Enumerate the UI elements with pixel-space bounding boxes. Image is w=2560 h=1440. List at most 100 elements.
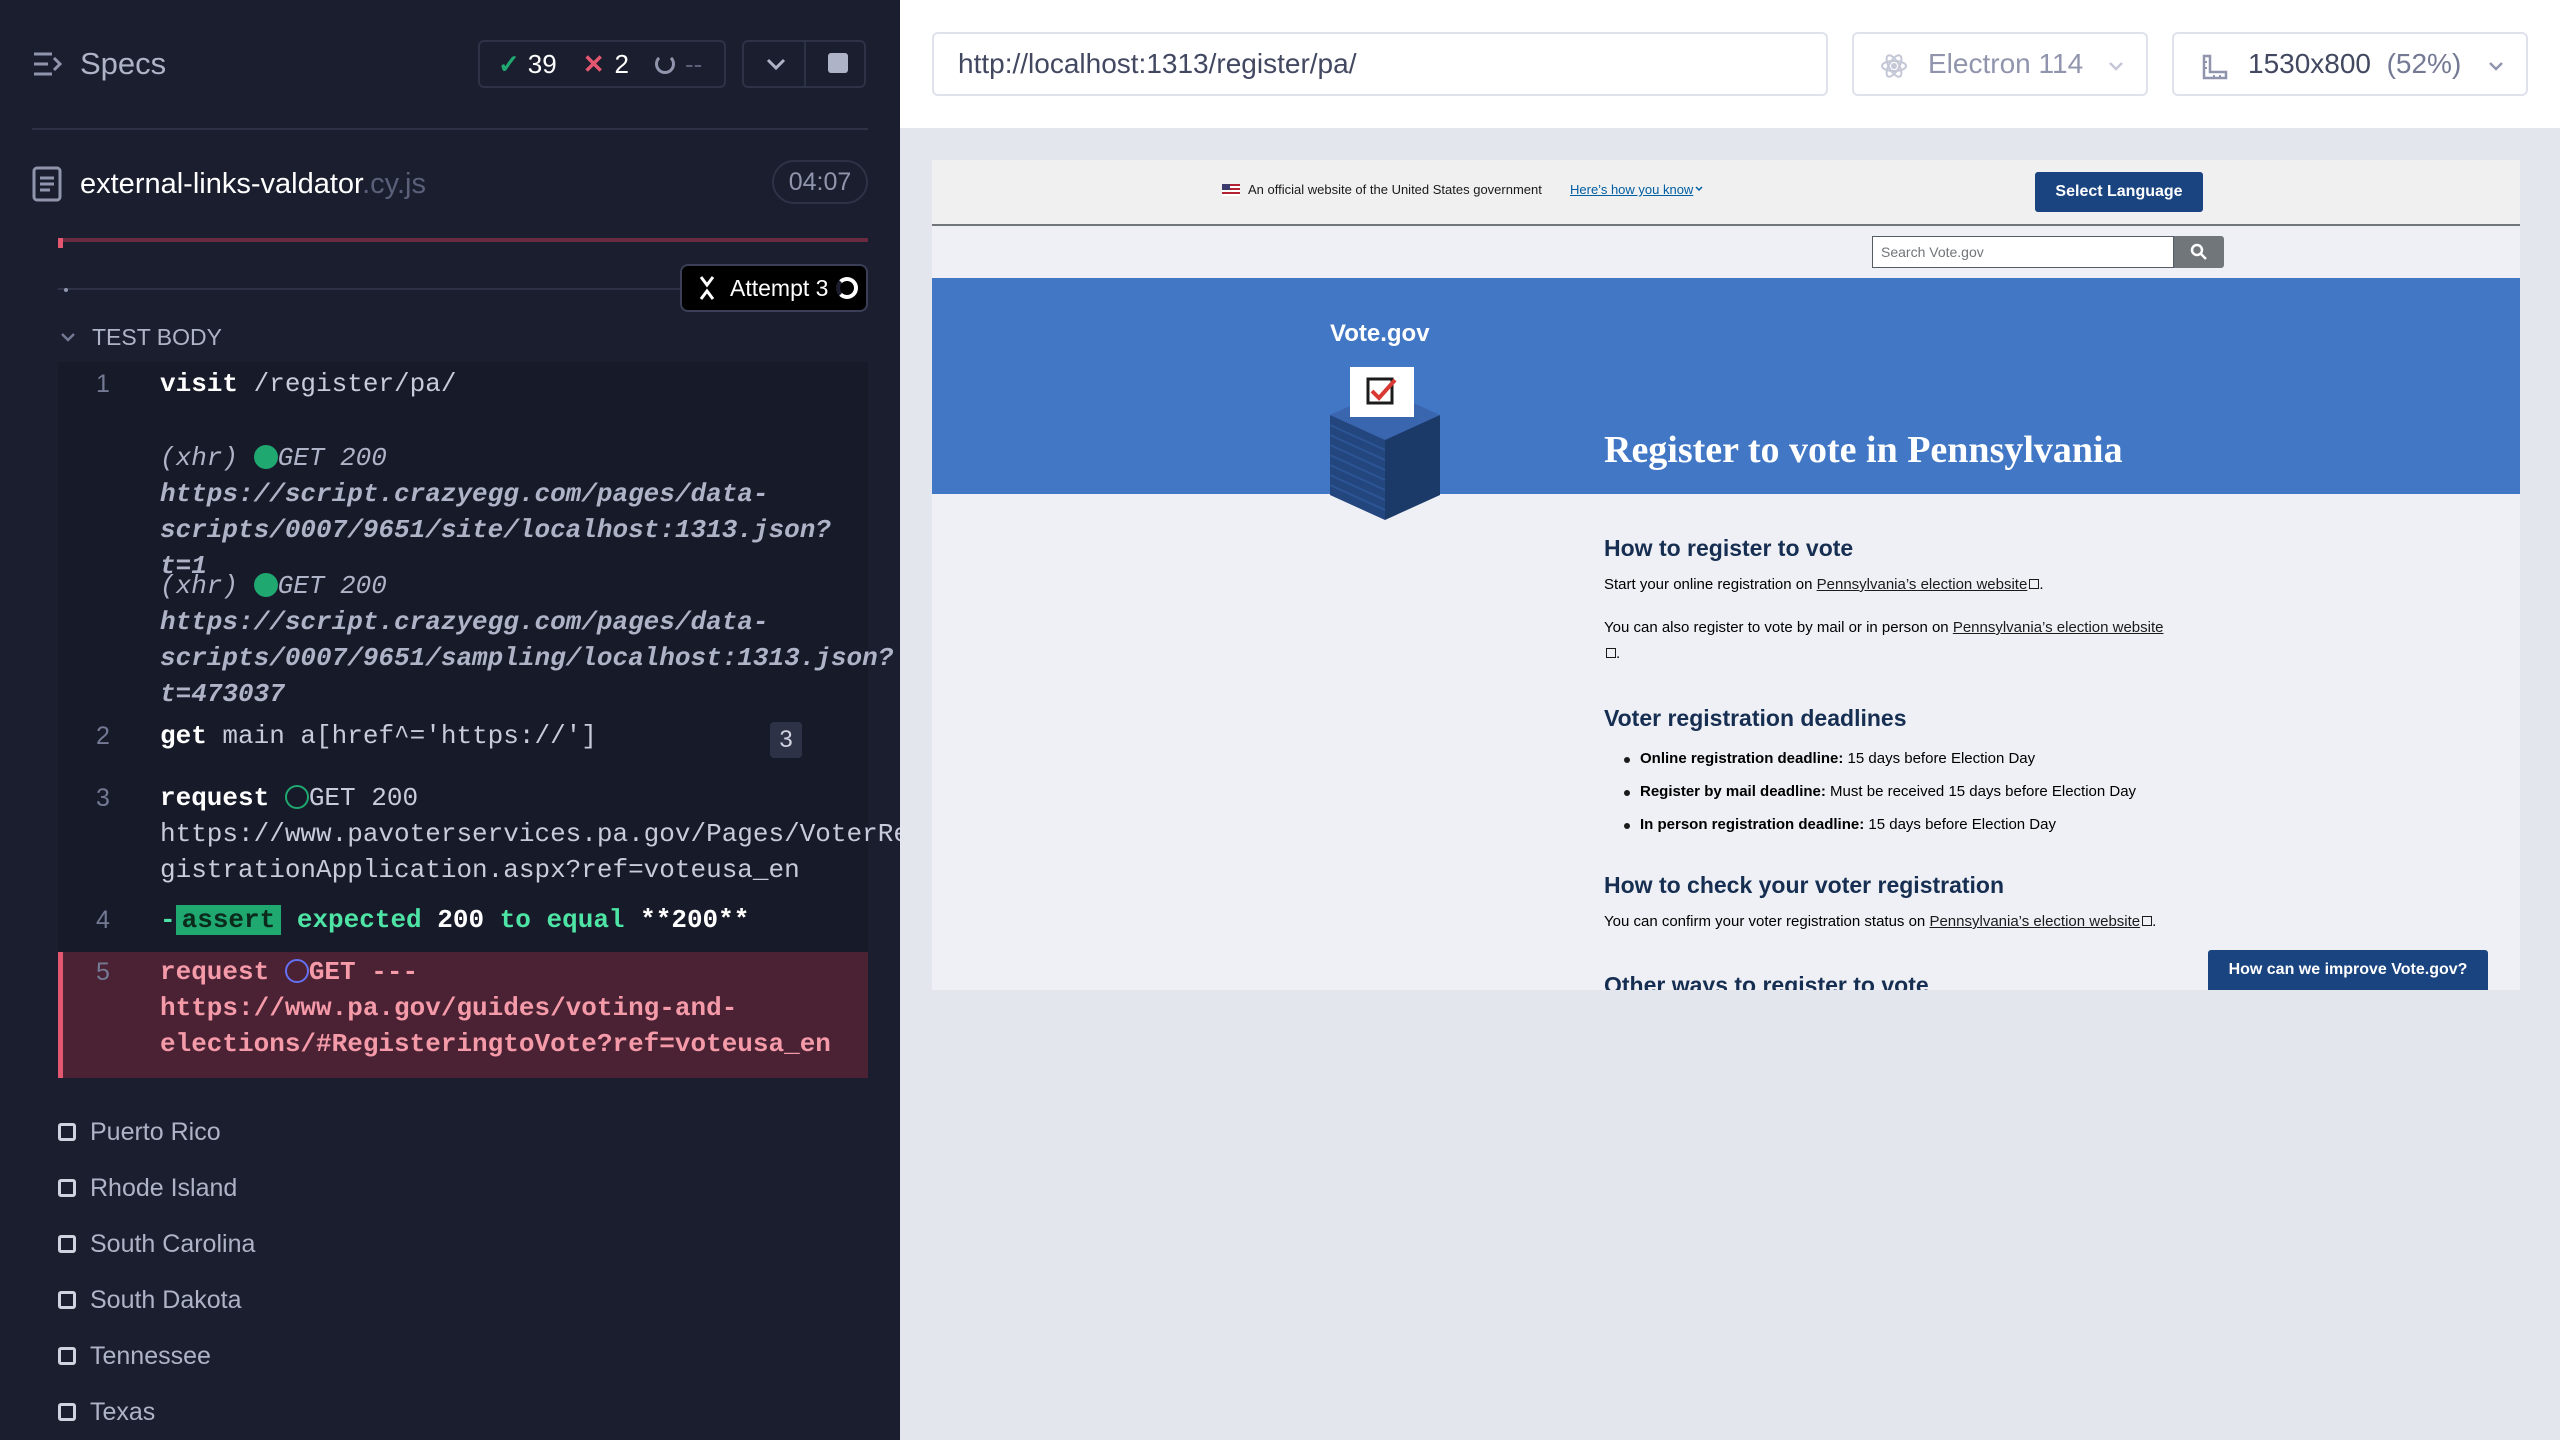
collapse-icon bbox=[699, 276, 715, 300]
command-number: 3 bbox=[96, 784, 110, 812]
pending-dot-icon bbox=[284, 959, 309, 983]
search-input[interactable]: Search Vote.gov bbox=[1872, 236, 2174, 268]
test-item[interactable]: South Dakota bbox=[58, 1282, 242, 1318]
request-status: GET --- bbox=[308, 957, 419, 987]
assert-expected: expected bbox=[296, 905, 422, 935]
check-icon: ✓ bbox=[498, 48, 520, 79]
test-stats: ✓ 39 ✕ 2 -- bbox=[478, 40, 726, 88]
checkbox-icon bbox=[58, 1347, 76, 1365]
section-heading: Voter registration deadlines bbox=[1604, 705, 1907, 731]
list-item: Register by mail deadline: Must be recei… bbox=[1623, 783, 2137, 800]
page-title: Register to vote in Pennsylvania bbox=[1604, 429, 2123, 471]
request-url-line: gistrationApplication.aspx?ref=voteusa_e… bbox=[160, 855, 800, 885]
section-heading: How to register to vote bbox=[1604, 535, 1854, 561]
checkbox-icon bbox=[58, 1123, 76, 1141]
election-website-link[interactable]: Pennsylvania’s election website bbox=[1817, 576, 2028, 593]
divider bbox=[804, 42, 806, 86]
test-title: South Carolina bbox=[90, 1229, 256, 1258]
checkbox-icon bbox=[58, 1403, 76, 1421]
command-number: 2 bbox=[96, 722, 110, 750]
chevron-down-icon bbox=[2489, 62, 2503, 71]
xhr-url-line: t=473037 bbox=[160, 679, 285, 709]
request-url-line: https://www.pa.gov/guides/voting-and- bbox=[160, 993, 738, 1023]
spec-extension: .cy.js bbox=[362, 168, 426, 200]
command-message: /register/pa/ bbox=[253, 369, 457, 399]
test-item[interactable]: Texas bbox=[58, 1394, 155, 1430]
request-status: GET 200 bbox=[308, 783, 419, 813]
paragraph: You can confirm your voter registration … bbox=[1604, 913, 2157, 930]
test-title: Texas bbox=[90, 1397, 156, 1426]
url-bar[interactable]: http://localhost:1313/register/pa/ bbox=[932, 32, 1828, 96]
controls-group bbox=[742, 40, 866, 88]
chevron-down-icon bbox=[1695, 186, 1703, 192]
list-item: In person registration deadline: 15 days… bbox=[1624, 816, 2056, 833]
viewport-selector[interactable]: 1530x800 (52%) bbox=[2172, 32, 2528, 96]
command-name: visit bbox=[160, 369, 239, 399]
spec-name: external-links-valdator bbox=[80, 168, 363, 200]
x-icon: ✕ bbox=[582, 48, 605, 79]
checkbox-icon bbox=[58, 1291, 76, 1309]
failed-command-row[interactable]: 5 request GET --- https://www.pa.gov/gui… bbox=[58, 952, 868, 1078]
assert-to-equal: to equal bbox=[499, 905, 625, 935]
pending-count: -- bbox=[684, 48, 703, 79]
test-item[interactable]: Puerto Rico bbox=[58, 1114, 221, 1150]
spec-file-row[interactable]: external-links-valdator.cy.js 04:07 bbox=[0, 150, 900, 220]
command-number: 1 bbox=[96, 370, 110, 398]
element-count-badge: 3 bbox=[770, 722, 802, 758]
checkbox-icon bbox=[58, 1235, 76, 1253]
spec-duration: 04:07 bbox=[772, 160, 868, 204]
xhr-url-line: https://script.crazyegg.com/pages/data- bbox=[160, 607, 769, 637]
test-item[interactable]: Tennessee bbox=[58, 1338, 211, 1374]
spec-filename: external-links-valdator.cy.js bbox=[80, 168, 426, 201]
command-log: 1 visit /register/pa/ (xhr) GET 200 http… bbox=[58, 362, 900, 1078]
checkbox-icon bbox=[58, 1179, 76, 1197]
xhr-status: GET 200 bbox=[277, 571, 387, 601]
specs-title[interactable]: Specs bbox=[80, 46, 166, 82]
chevron-down-icon[interactable] bbox=[764, 52, 788, 76]
browser-selector[interactable]: Electron 114 bbox=[1852, 32, 2148, 96]
chevron-down-icon bbox=[2109, 62, 2123, 71]
external-link-icon bbox=[2142, 916, 2153, 926]
app-under-test: An official website of the United States… bbox=[932, 160, 2520, 990]
select-language-button[interactable]: Select Language bbox=[2035, 172, 2203, 212]
header-divider bbox=[32, 128, 868, 130]
xhr-url-line: scripts/0007/9651/sampling/localhost:131… bbox=[160, 643, 894, 673]
running-spinner-icon bbox=[836, 277, 859, 299]
election-website-link[interactable]: Pennsylvania’s election website bbox=[1929, 913, 2140, 930]
official-site-text: An official website of the United States… bbox=[1248, 182, 1542, 197]
test-item[interactable]: Rhode Island bbox=[58, 1170, 237, 1206]
search-icon bbox=[2190, 243, 2207, 260]
chevron-down-icon bbox=[61, 333, 75, 342]
document-icon bbox=[32, 166, 62, 202]
how-you-know-link[interactable]: Here’s how you know bbox=[1570, 182, 1693, 197]
passed-count: 39 bbox=[527, 48, 557, 79]
paragraph: You can also register to vote by mail or… bbox=[1604, 619, 2164, 662]
xhr-status: GET 200 bbox=[277, 443, 387, 473]
test-body-label: TEST BODY bbox=[92, 323, 222, 350]
ballot-box-icon bbox=[1329, 367, 1440, 520]
assert-value: **200** bbox=[640, 905, 750, 935]
specs-list-icon[interactable] bbox=[32, 48, 64, 80]
site-search: Search Vote.gov bbox=[1872, 236, 2224, 268]
test-title: South Dakota bbox=[90, 1285, 242, 1314]
assert-value: 200 bbox=[437, 905, 485, 935]
status-dot-icon bbox=[284, 785, 309, 809]
site-logo[interactable]: Vote.gov bbox=[1330, 320, 1430, 348]
command-number: 5 bbox=[96, 958, 110, 986]
request-url-line: https://www.pavoterservices.pa.gov/Pages… bbox=[160, 819, 900, 849]
viewport-size: 1530x800 bbox=[2248, 48, 2372, 79]
us-flag-icon bbox=[1222, 184, 1240, 196]
test-title: Puerto Rico bbox=[90, 1117, 221, 1146]
electron-icon bbox=[1881, 54, 1907, 78]
election-website-link[interactable]: Pennsylvania’s election website bbox=[1953, 619, 2164, 636]
attempt-tag[interactable]: Attempt 3 bbox=[680, 264, 868, 312]
search-button[interactable] bbox=[2174, 236, 2224, 268]
feedback-button[interactable]: How can we improve Vote.gov? bbox=[2208, 950, 2488, 990]
zoom-level: (52%) bbox=[2386, 48, 2462, 79]
stop-button[interactable] bbox=[828, 53, 848, 73]
test-body-toggle[interactable]: TEST BODY bbox=[58, 322, 222, 352]
failed-count: 2 bbox=[614, 48, 629, 79]
pending-icon bbox=[654, 54, 675, 74]
attempt-label: Attempt 3 bbox=[730, 274, 829, 301]
test-item[interactable]: South Carolina bbox=[58, 1226, 255, 1262]
